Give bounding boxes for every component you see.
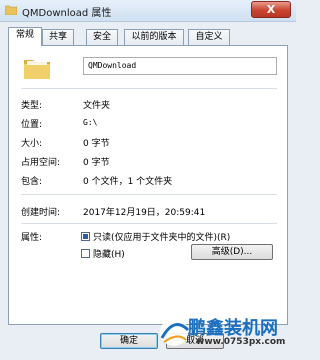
divider (21, 194, 277, 195)
type-value: 文件夹 (83, 101, 111, 111)
tab-sharing[interactable]: 共享 (42, 29, 74, 45)
title-bar: QMDownload 属性 X (0, 0, 296, 22)
folder-icon (23, 56, 51, 80)
advanced-button[interactable]: 高级(D)... (191, 244, 273, 260)
size-value: 0 字节 (83, 139, 110, 149)
location-value: G:\ (83, 118, 98, 127)
folder-name-input[interactable]: QMDownload (83, 57, 277, 75)
size-on-disk-label: 占用空间: (21, 158, 61, 168)
created-label: 创建时间: (21, 208, 61, 218)
tab-security[interactable]: 安全 (86, 29, 118, 45)
created-value: 2017年12月19日，20:59:41 (83, 208, 206, 218)
contains-value: 0 个文件，1 个文件夹 (83, 177, 173, 187)
tab-general[interactable]: 常规 (8, 27, 42, 46)
location-label: 位置: (21, 120, 43, 130)
watermark-url: www.0753px.com (196, 337, 286, 347)
readonly-checkbox[interactable] (81, 232, 90, 241)
readonly-label[interactable]: 只读(仅应用于文件夹中的文件)(R) (93, 230, 230, 243)
attributes-label: 属性: (21, 233, 43, 243)
divider (21, 223, 277, 224)
folder-title-icon (4, 5, 18, 16)
tab-previous-versions[interactable]: 以前的版本 (124, 29, 184, 45)
divider (21, 88, 277, 89)
tab-customize[interactable]: 自定义 (188, 29, 230, 45)
close-button[interactable]: X (251, 1, 291, 18)
contains-label: 包含: (21, 177, 43, 187)
type-label: 类型: (21, 101, 43, 111)
size-label: 大小: (21, 139, 43, 149)
window-title: QMDownload 属性 (22, 8, 112, 19)
hidden-checkbox[interactable] (81, 249, 90, 258)
close-icon: X (266, 3, 276, 16)
general-panel: QMDownload 类型: 文件夹 位置: G:\ 大小: 0 字节 占用空间… (8, 45, 288, 325)
hidden-label[interactable]: 隐藏(H) (93, 247, 125, 260)
size-on-disk-value: 0 字节 (83, 158, 110, 168)
